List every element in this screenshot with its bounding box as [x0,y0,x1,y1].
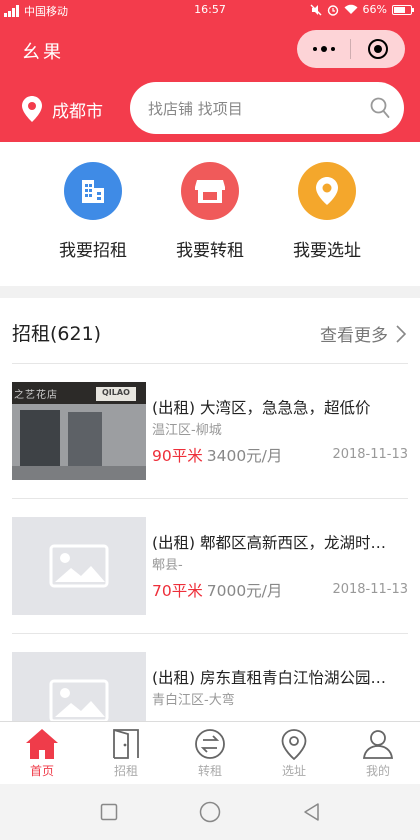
home-nav-icon[interactable] [199,801,221,823]
system-nav-bar [0,784,420,840]
view-more-label: 查看更多 [320,326,388,346]
lease-section-header: 招租(621) 查看更多 [0,298,420,364]
battery-icon [392,4,414,15]
status-bar: 中国移动 16:57 66% [0,0,420,22]
battery-label: 66% [362,3,387,16]
quick-action-label: 我要转租 [176,241,244,261]
listing-area: 70平米 [152,582,203,600]
tab-home[interactable]: 首页 [0,722,84,784]
app-screen: 中国移动 16:57 66% 幺果 成都市 找店铺 找项目 我要招租 我要转租 … [0,0,420,840]
section-gap [0,286,420,298]
listing-item[interactable]: 之艺花店 QILAO (出租) 大湾区，急急急，超低价 温江区-柳城 90平米 3… [0,364,420,498]
storefront-icon [181,162,239,220]
search-bar[interactable]: 找店铺 找项目 [130,82,404,134]
listing-date: 2018-11-13 [332,447,408,462]
bottom-tab-bar: 首页 招租 转租 选址 我的 [0,721,420,784]
search-icon[interactable] [370,97,390,119]
listing-location: 温江区-柳城 [152,423,222,438]
building-icon [64,162,122,220]
quick-action-label: 我要招租 [59,241,127,261]
tab-label: 首页 [29,764,54,778]
listing-rent: 7000元/月 [206,582,283,600]
image-placeholder-icon [49,544,109,588]
more-menu-button[interactable] [297,46,350,52]
close-mini-program-button[interactable] [351,39,405,59]
photo-door [68,412,102,472]
listing-photo-placeholder [12,517,146,615]
search-placeholder: 找店铺 找项目 [148,99,243,118]
listing-item[interactable]: (出租) 郫都区高新西区，龙湖时… 郫县- 70平米 7000元/月 2018-1… [0,499,420,633]
location-icon [22,96,42,122]
quick-action-label: 我要选址 [293,241,361,261]
alarm-icon [327,4,338,16]
tab-label: 我的 [365,764,390,778]
door-icon [113,729,139,759]
target-icon [368,39,388,59]
mini-program-capsule [297,30,405,68]
view-more-link[interactable]: 查看更多 [320,321,406,346]
photo-floor [12,466,146,480]
listing-title: (出租) 大湾区，急急急，超低价 [152,399,371,417]
city-label: 成都市 [52,101,103,122]
listing-location: 郫县- [152,558,183,573]
tab-label: 选址 [281,764,306,778]
dot-icon [320,46,327,52]
listing-location: 青白江区-大弯 [152,693,235,708]
recents-icon[interactable] [100,803,118,821]
location-pin-icon [298,162,356,220]
user-icon [362,730,394,759]
listing-price: 90平米 3400元/月 [152,444,282,466]
photo-sign-right: QILAO [102,388,130,397]
dot-icon [312,47,317,51]
quick-action-sublease[interactable]: 我要转租 [150,162,270,261]
app-title: 幺果 [22,42,64,63]
tab-label: 转租 [197,764,222,778]
dot-icon [330,47,335,51]
quick-actions: 我要招租 我要转租 我要选址 [0,142,420,286]
listing-area: 90平米 [152,447,203,465]
city-selector[interactable]: 成都市 [22,96,103,122]
tab-label: 招租 [113,764,138,778]
transfer-icon [195,729,225,759]
listing-title: (出租) 房东直租青白江怡湖公园… [152,669,387,687]
photo-sign-left: 之艺花店 [14,390,58,401]
wifi-icon [344,4,358,14]
listing-photo: 之艺花店 QILAO [12,382,146,480]
status-icons: 66% [310,3,414,16]
listing-price: 70平米 7000元/月 [152,579,282,601]
storefront-photo: 之艺花店 QILAO [12,382,146,480]
tab-lease[interactable]: 招租 [84,722,168,784]
tab-site-select[interactable]: 选址 [252,722,336,784]
photo-door [20,410,60,472]
quick-action-lease-out[interactable]: 我要招租 [33,162,153,261]
header: 幺果 成都市 找店铺 找项目 [0,22,420,142]
image-placeholder-icon [49,679,109,723]
tab-sublease[interactable]: 转租 [168,722,252,784]
mute-icon [310,4,322,15]
quick-action-site-select[interactable]: 我要选址 [267,162,387,261]
tab-mine[interactable]: 我的 [336,722,420,784]
map-pin-icon [281,729,307,760]
listing-title: (出租) 郫都区高新西区，龙湖时… [152,534,387,552]
listing-date: 2018-11-13 [332,582,408,597]
listing-rent: 3400元/月 [206,447,283,465]
section-title: 招租(621) [12,323,102,345]
chevron-right-icon [396,324,406,343]
back-icon[interactable] [302,802,320,822]
home-icon [26,729,58,759]
